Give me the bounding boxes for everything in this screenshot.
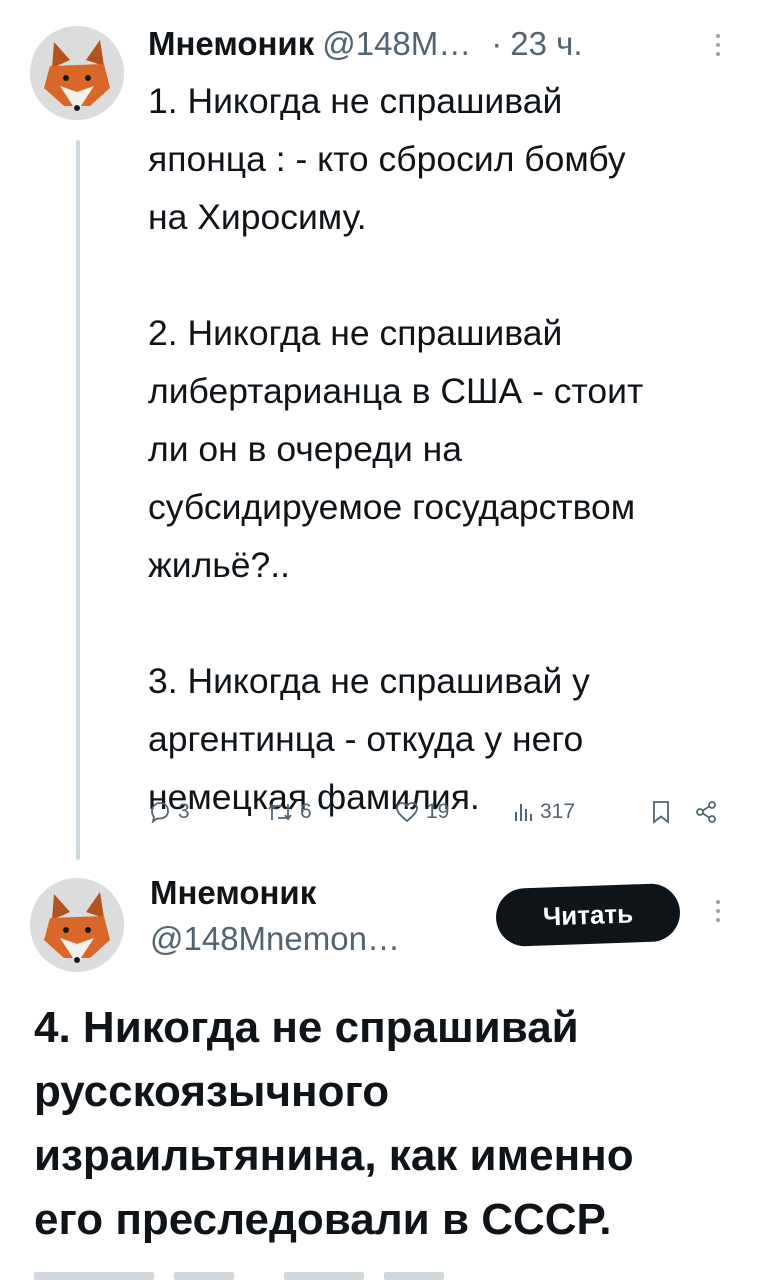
share-button[interactable]	[694, 792, 718, 832]
views-icon	[515, 804, 532, 821]
retweet-count: 6	[300, 800, 312, 823]
tweet-text: 4. Никогда не спрашивай русскоязычного и…	[34, 1003, 634, 1244]
reply-button[interactable]: 3	[148, 792, 190, 832]
follow-button[interactable]: Читать	[495, 882, 681, 948]
like-icon	[396, 802, 418, 823]
header-separator: ·	[491, 25, 503, 62]
author-name[interactable]: Мнемоник	[150, 874, 316, 912]
bookmark-icon	[653, 801, 669, 824]
retweet-button[interactable]: 6	[266, 792, 312, 832]
thread-connector-line	[76, 140, 80, 860]
fox-avatar-image	[30, 26, 124, 120]
author-name[interactable]: Мнемоник	[148, 25, 314, 63]
tweet-time[interactable]: 23 ч.	[510, 25, 582, 63]
reply-icon	[151, 802, 169, 824]
reply-count: 3	[178, 800, 190, 823]
author-handle[interactable]: @148Mnemon…	[150, 920, 400, 958]
views-count: 317	[540, 800, 576, 823]
tweet-text: 1. Никогда не спрашивай японца : - кто с…	[148, 81, 644, 817]
like-count: 19	[426, 800, 450, 823]
more-icon[interactable]	[715, 900, 721, 926]
tweet-header: Мнемоник @148M… · 23 ч.	[148, 25, 738, 63]
tweet-actions: 3 6 19 317	[148, 792, 738, 832]
author-handle[interactable]: @148M…	[322, 25, 471, 63]
views-button[interactable]: 317	[512, 792, 575, 832]
author-avatar[interactable]	[30, 878, 124, 972]
author-avatar[interactable]	[30, 26, 124, 120]
retweet-icon	[268, 803, 292, 821]
like-button[interactable]: 19	[394, 792, 449, 832]
bookmark-button[interactable]	[650, 792, 672, 832]
cropped-timestamp-line	[34, 1262, 734, 1280]
more-icon[interactable]	[715, 34, 721, 60]
share-icon	[696, 801, 716, 823]
fox-avatar-image	[30, 878, 124, 972]
